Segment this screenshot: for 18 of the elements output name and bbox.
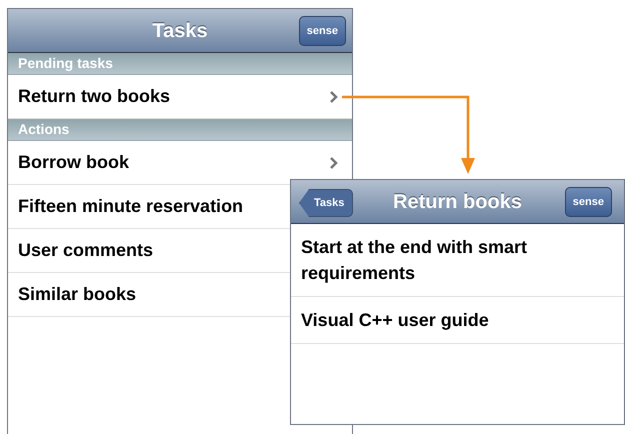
screen-title: Return books: [393, 190, 522, 214]
row-label: Borrow book: [18, 151, 129, 174]
row-label: Fifteen minute reservation: [18, 195, 244, 218]
row-label: Return two books: [18, 85, 170, 108]
back-button[interactable]: Tasks: [299, 189, 354, 217]
screen-title: Tasks: [152, 18, 208, 44]
section-header: Actions: [8, 119, 352, 141]
row-label: Start at the end with smart requirements: [301, 236, 528, 285]
section-header: Pending tasks: [8, 53, 352, 75]
sense-button[interactable]: sense: [298, 16, 346, 46]
chevron-icon: [330, 90, 338, 102]
row-label: Similar books: [18, 283, 136, 306]
list-row[interactable]: Visual C++ user guide: [291, 297, 624, 344]
chevron-icon: [330, 156, 338, 168]
row-label: Visual C++ user guide: [301, 309, 490, 332]
sense-button[interactable]: sense: [564, 187, 612, 217]
list-row[interactable]: Start at the end with smart requirements: [291, 224, 624, 297]
row-label: User comments: [18, 239, 154, 262]
